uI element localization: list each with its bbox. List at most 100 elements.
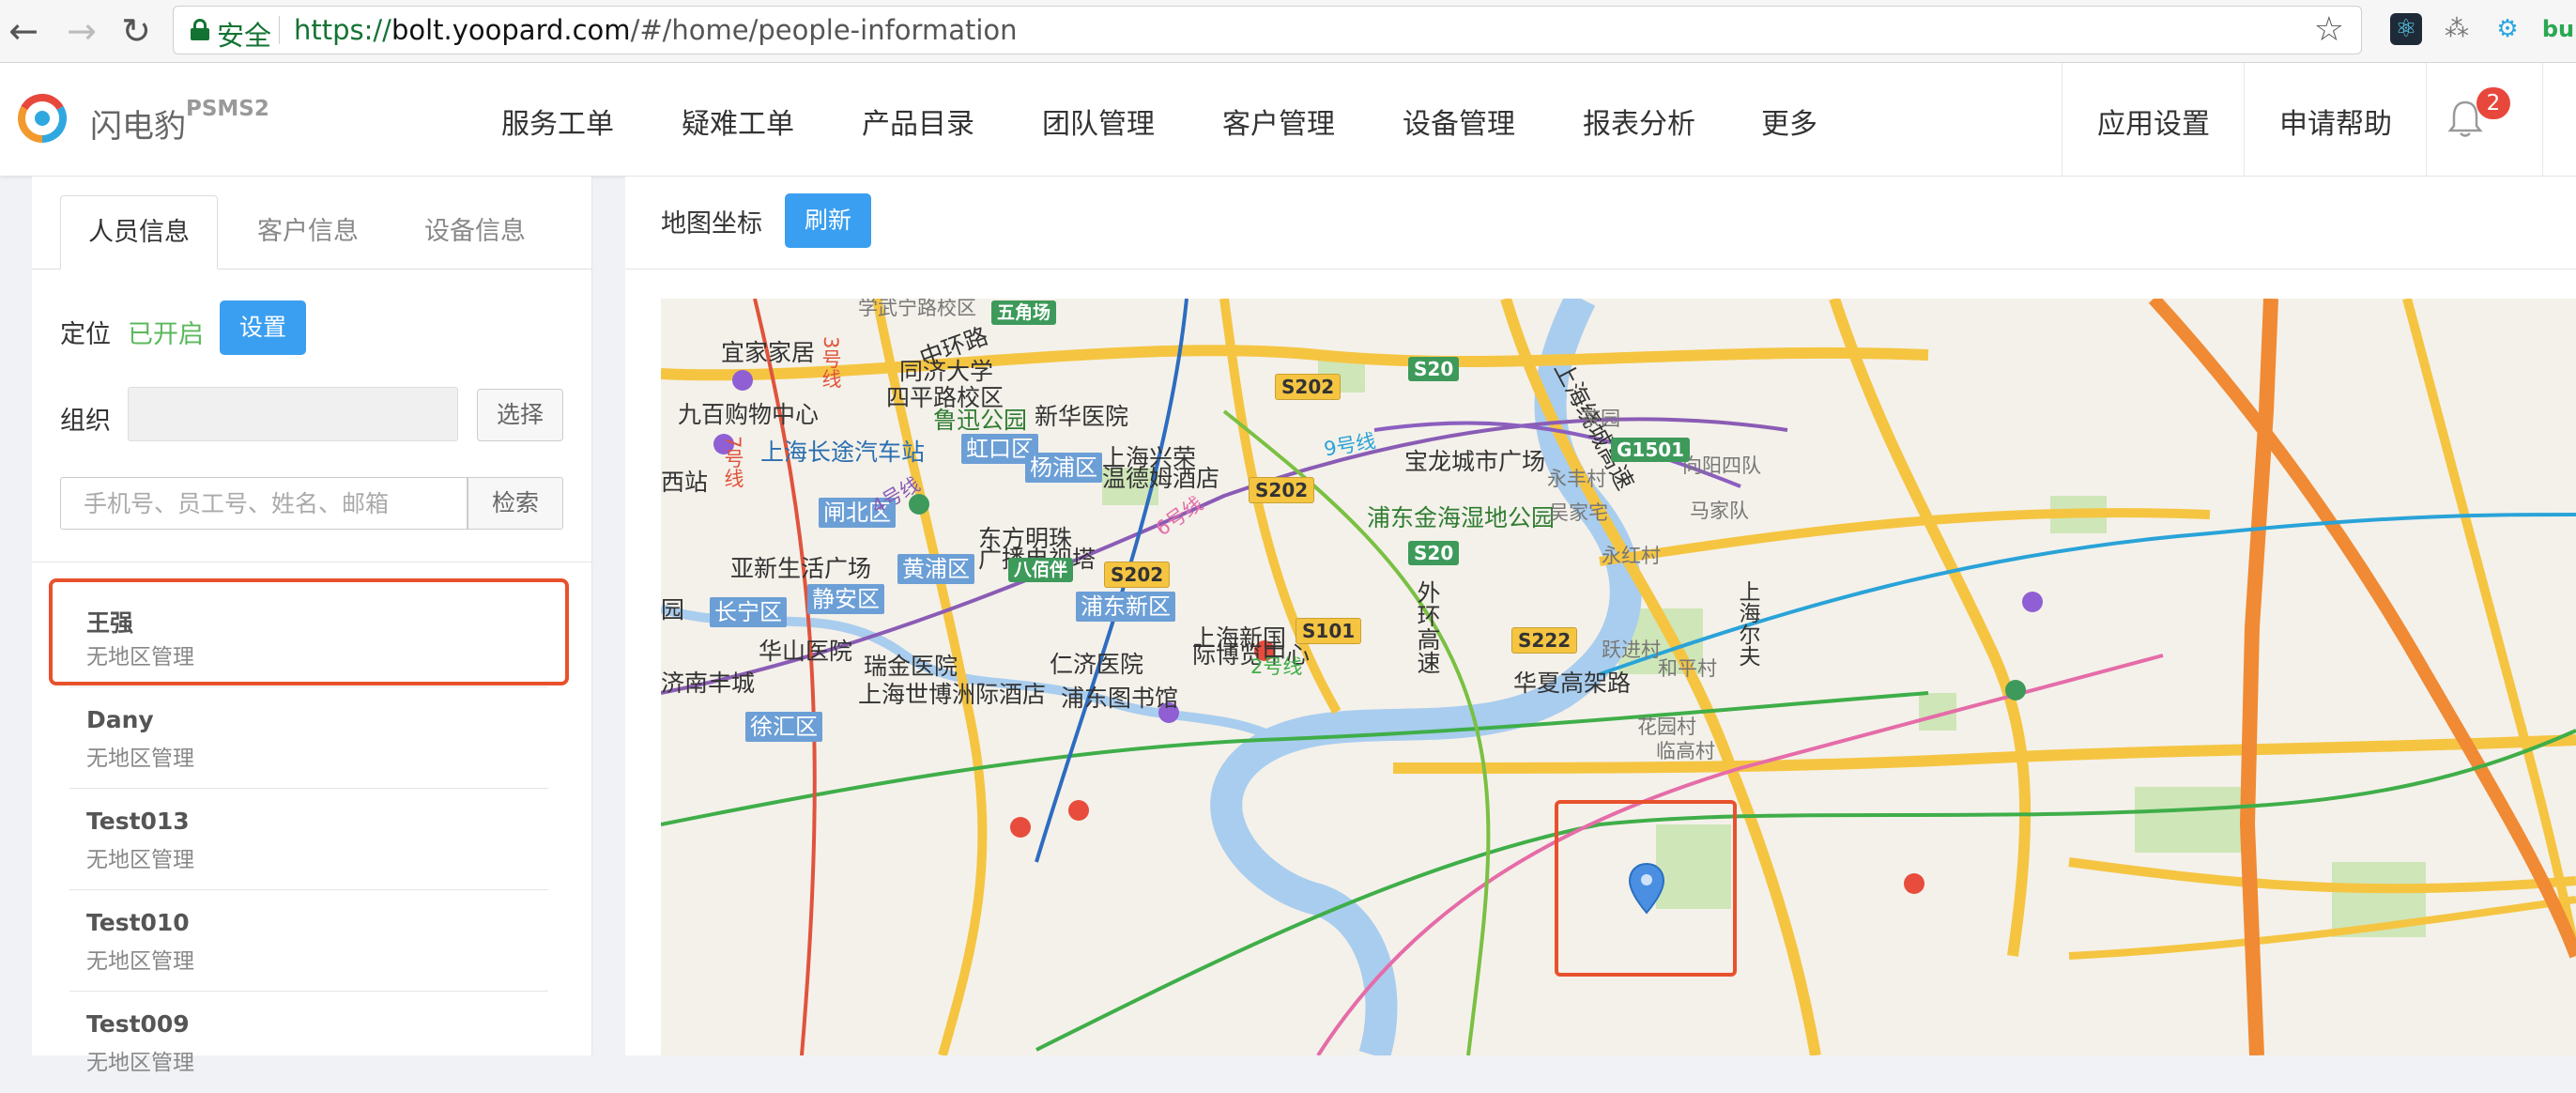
route-shield: S20 xyxy=(1408,541,1460,565)
logo-icon[interactable] xyxy=(15,91,69,146)
refresh-button[interactable]: 刷新 xyxy=(785,193,871,248)
nav-device-management[interactable]: 设备管理 xyxy=(1403,100,1515,142)
map-label: 华夏高架路 xyxy=(1513,670,1632,697)
district-label: 长宁区 xyxy=(710,597,787,627)
tab-device-info[interactable]: 设备信息 xyxy=(392,195,558,269)
district-label: 静安区 xyxy=(807,584,884,614)
route-shield: S202 xyxy=(1275,374,1342,400)
map-label: 宝龙城市广场 xyxy=(1404,448,1546,475)
nav-customer-management[interactable]: 客户管理 xyxy=(1222,100,1335,142)
url-text[interactable]: https://bolt.yoopard.com/#/home/people-i… xyxy=(294,14,1018,46)
map-coordinates-title: 地图坐标 xyxy=(661,209,762,239)
map-label: 济南丰城 xyxy=(661,670,756,697)
select-organization-button[interactable]: 选择 xyxy=(477,389,563,441)
help-request-link[interactable]: 申请帮助 xyxy=(2279,100,2392,142)
info-tabs: 人员信息 客户信息 设备信息 xyxy=(32,195,591,269)
map-label: 五角场 xyxy=(991,300,1057,325)
person-list-item[interactable]: Test009 无地区管理 xyxy=(69,992,548,1093)
extension-nodes-icon[interactable]: ⁂ xyxy=(2441,13,2473,45)
nav-more[interactable]: 更多 xyxy=(1761,100,1817,142)
organization-field[interactable] xyxy=(128,387,458,441)
lock-icon xyxy=(191,19,209,40)
district-label: 浦东新区 xyxy=(1076,592,1175,622)
brand-name: 闪电豹 xyxy=(90,108,186,146)
address-bar[interactable]: 安全 https://bolt.yoopard.com/#/home/peopl… xyxy=(173,6,2362,54)
route-shield: G1501 xyxy=(1611,438,1691,462)
person-name: Test010 xyxy=(86,909,190,936)
hospital-icon xyxy=(1010,817,1031,838)
extension-bu-icon[interactable]: bu xyxy=(2540,13,2576,45)
app-header: 闪电豹 PSMS2 服务工单 疑难工单 产品目录 团队管理 客户管理 设备管理 … xyxy=(0,63,2576,176)
person-region: 无地区管理 xyxy=(86,1051,194,1075)
route-shield: S202 xyxy=(1104,562,1171,588)
map-label: 仁济医院 xyxy=(1050,651,1144,678)
people-search-input[interactable] xyxy=(60,477,468,530)
map-label: 亚新生活广场 xyxy=(730,555,872,582)
district-label: 杨浦区 xyxy=(1025,453,1102,483)
nav-product-catalog[interactable]: 产品目录 xyxy=(862,100,974,142)
header-divider xyxy=(2426,63,2427,176)
route-shield: S20 xyxy=(1408,357,1460,381)
nav-difficult-orders[interactable]: 疑难工单 xyxy=(682,100,794,142)
hospital-icon xyxy=(1904,873,1924,894)
map-label: 浦东金海湿地公园 xyxy=(1367,504,1556,531)
react-devtools-icon[interactable]: ⚛ xyxy=(2390,13,2422,45)
location-settings-button[interactable]: 设置 xyxy=(220,300,306,355)
map-label: 上海世博洲际酒店 xyxy=(858,681,1047,708)
person-region: 无地区管理 xyxy=(86,848,194,872)
nav-service-orders[interactable]: 服务工单 xyxy=(501,100,614,142)
map-pin-icon[interactable] xyxy=(1628,862,1665,915)
route-shield: S222 xyxy=(1511,627,1578,654)
tab-people-info[interactable]: 人员信息 xyxy=(60,195,218,269)
app-settings-link[interactable]: 应用设置 xyxy=(2097,100,2210,142)
browser-toolbar: ← → ↻ 安全 https://bolt.yoopard.com/#/home… xyxy=(0,0,2576,63)
bookmark-star-icon[interactable]: ☆ xyxy=(2314,10,2344,49)
address-divider xyxy=(279,16,280,44)
person-region: 无地区管理 xyxy=(86,949,194,974)
back-arrow-icon[interactable]: ← xyxy=(0,8,47,54)
park-icon xyxy=(2005,680,2026,700)
tab-customer-info[interactable]: 客户信息 xyxy=(225,195,391,269)
person-list-item[interactable]: Test013 无地区管理 xyxy=(69,789,548,890)
secure-label: 安全 xyxy=(217,20,272,52)
map-label: 永丰村 xyxy=(1547,468,1606,490)
map-label: 永红村 xyxy=(1602,545,1661,567)
map-label: 鲁迅公园 xyxy=(933,407,1028,434)
notification-badge: 2 xyxy=(2476,87,2510,119)
map-label: 向阳四队 xyxy=(1682,454,1761,477)
route-shield: S101 xyxy=(1296,618,1362,644)
map-label: 上海长途汽车站 xyxy=(760,439,926,466)
map-label: 上海尔夫 xyxy=(1735,580,1759,667)
map-label: 跃进村 xyxy=(1602,639,1661,661)
map-label: 华山医院 xyxy=(759,638,853,665)
person-name: Dany xyxy=(86,706,154,733)
shopping-icon xyxy=(732,370,753,391)
forward-arrow-icon[interactable]: → xyxy=(58,8,105,54)
map-label: 西站 xyxy=(661,469,709,496)
extension-gear-icon[interactable]: ⚙ xyxy=(2492,13,2523,45)
map-label: 2号线 xyxy=(1250,655,1303,678)
map-label: 和平村 xyxy=(1658,657,1717,680)
search-button[interactable]: 检索 xyxy=(468,477,563,530)
map-label: 新华医院 xyxy=(1035,403,1129,430)
shopping-icon xyxy=(2022,592,2043,612)
person-list-item[interactable]: Dany 无地区管理 xyxy=(69,687,548,789)
person-list-item[interactable]: Test010 无地区管理 xyxy=(69,890,548,992)
brand-subtitle: PSMS2 xyxy=(186,97,269,121)
nav-team-management[interactable]: 团队管理 xyxy=(1042,100,1155,142)
map-label: 7号线 xyxy=(722,436,744,488)
map-label: 园 xyxy=(661,596,685,623)
nav-report-analysis[interactable]: 报表分析 xyxy=(1583,100,1695,142)
person-region: 无地区管理 xyxy=(86,747,194,771)
organization-label: 组织 xyxy=(60,407,111,436)
selected-person-highlight xyxy=(49,578,569,685)
person-name: Test013 xyxy=(86,808,190,835)
map-label: 临高村 xyxy=(1656,740,1715,762)
district-label: 徐汇区 xyxy=(745,712,822,742)
header-divider xyxy=(2244,63,2245,176)
map-label: 学武宁路校区 xyxy=(858,299,976,319)
map-label: 马家队 xyxy=(1690,500,1749,522)
reload-icon[interactable]: ↻ xyxy=(113,8,160,54)
map-label: 九百购物中心 xyxy=(678,401,820,428)
district-label: 黄浦区 xyxy=(897,554,974,584)
